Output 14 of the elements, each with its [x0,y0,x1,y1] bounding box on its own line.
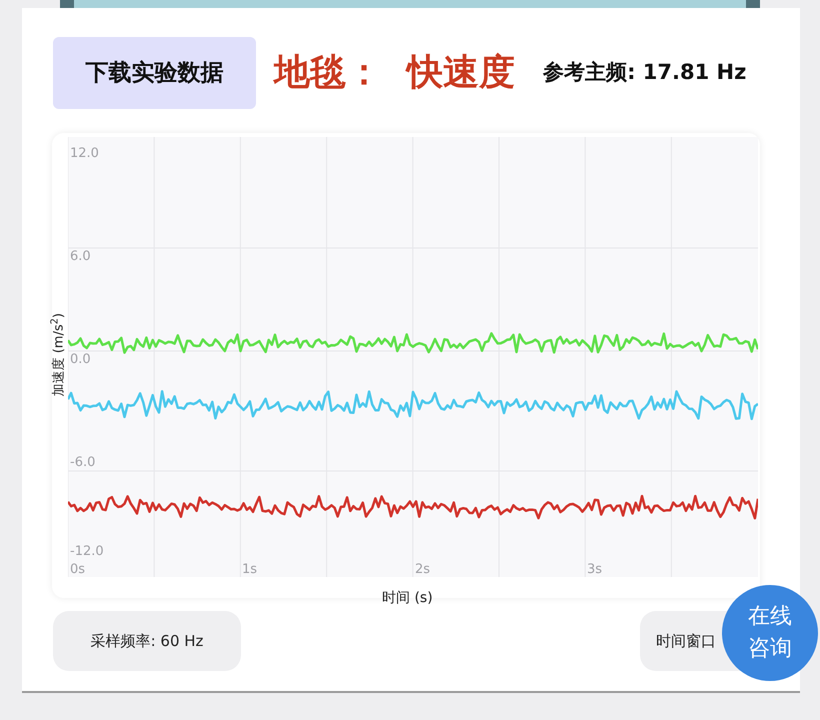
x-axis-label: 时间 (s) [382,589,433,608]
x-tick-label: 1s [242,563,258,576]
y-tick-label: 0.0 [70,353,91,366]
y-tick-label: -12.0 [70,545,104,558]
sample-rate-label: 采样频率: 60 Hz [53,611,241,671]
x-tick-label: 0s [70,563,86,576]
download-button[interactable]: 下载实验数据 [53,37,256,109]
y-tick-label: 12.0 [70,147,99,160]
page-title: 地毯： 快速度 [274,51,516,95]
x-tick-label: 2s [415,563,430,576]
y-tick-label: 6.0 [70,250,91,263]
reference-frequency: 参考主频: 17.81 Hz [543,59,746,86]
x-tick-label: 3s [587,563,602,576]
y-tick-label: -6.0 [70,456,96,469]
